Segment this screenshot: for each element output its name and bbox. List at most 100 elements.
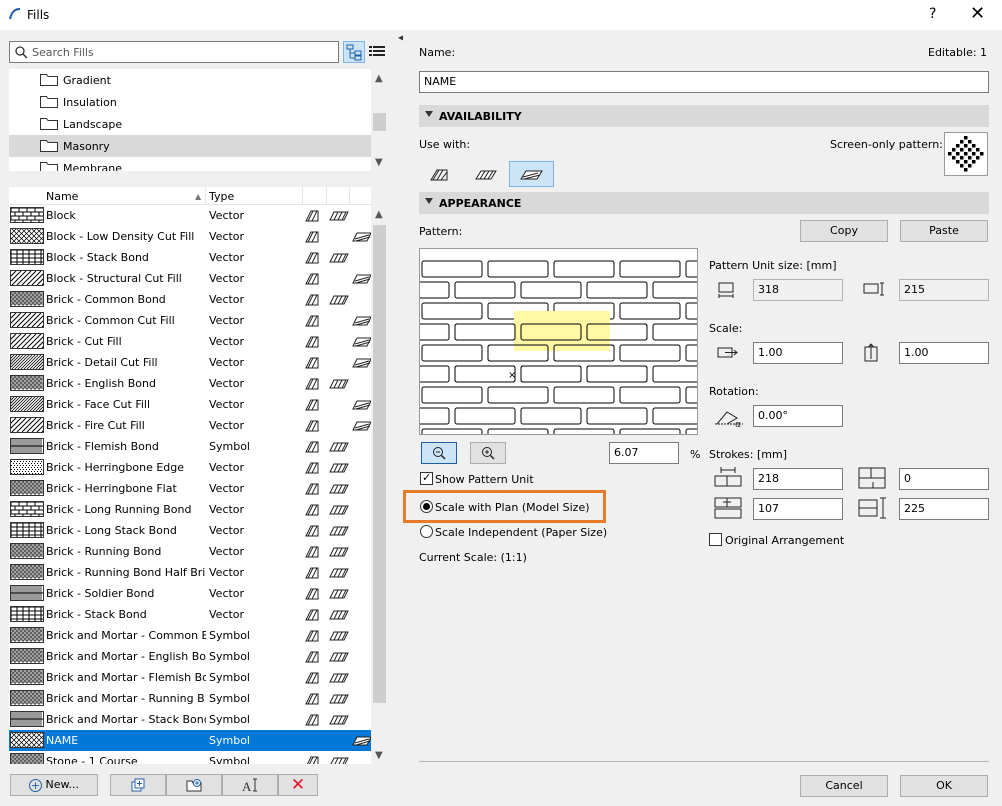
show-pattern-unit-checkbox[interactable]: ✓: [420, 471, 433, 485]
use-with-drafting-fills-toggle[interactable]: [509, 161, 554, 187]
fill-name: Brick - Herringbone Flat: [46, 482, 177, 495]
original-arrangement-checkbox[interactable]: [709, 533, 722, 546]
list-row[interactable]: Brick and Mortar - Stack Bond Symbol: [9, 709, 371, 730]
folder-scrollbar[interactable]: ▲ ▼: [371, 69, 388, 171]
folder-item[interactable]: Gradient: [9, 69, 371, 91]
scroll-up-icon[interactable]: ▲: [375, 73, 383, 84]
scroll-down-icon[interactable]: ▼: [375, 750, 383, 761]
fill-type: Symbol: [209, 629, 250, 642]
list-row[interactable]: Brick - Cut Fill Vector: [9, 331, 371, 352]
ok-button[interactable]: OK: [900, 775, 988, 797]
availability-header[interactable]: AVAILABILITY: [419, 105, 989, 127]
svg-text:α: α: [735, 420, 741, 428]
list-row[interactable]: Brick - Detail Cut Fill Vector: [9, 352, 371, 373]
scroll-thumb[interactable]: [373, 225, 386, 703]
list-row[interactable]: Brick - Running Bond Vector: [9, 541, 371, 562]
pattern-preview[interactable]: ×: [419, 248, 698, 435]
list-row[interactable]: Brick - Running Bond Half Bri... Vector: [9, 562, 371, 583]
editable-status: Editable: 1: [928, 46, 988, 59]
close-button[interactable]: ✕: [970, 3, 985, 24]
tree-view-button[interactable]: [343, 41, 365, 63]
pattern-swatch-icon: [10, 291, 43, 306]
list-row[interactable]: Brick and Mortar - Common B... Symbol: [9, 625, 371, 646]
cover-fill-icon: [329, 754, 349, 764]
list-row[interactable]: Brick - Face Cut Fill Vector: [9, 394, 371, 415]
column-type[interactable]: Type: [209, 190, 234, 203]
folder-item[interactable]: Landscape: [9, 113, 371, 135]
scroll-thumb[interactable]: [373, 113, 386, 131]
pattern-swatch-icon: [10, 690, 43, 705]
paste-button[interactable]: Paste: [900, 220, 988, 242]
stroke-4-input[interactable]: 225: [899, 498, 989, 520]
scale-x-input[interactable]: 1.00: [753, 342, 843, 364]
list-row[interactable]: NAME Symbol: [9, 730, 371, 751]
scale-independent-radio[interactable]: [420, 525, 433, 538]
column-name[interactable]: Name: [46, 190, 78, 203]
list-row[interactable]: Brick - Common Cut Fill Vector: [9, 310, 371, 331]
help-button[interactable]: ?: [929, 6, 936, 22]
cancel-button[interactable]: Cancel: [800, 775, 888, 797]
list-row[interactable]: Block Vector: [9, 205, 371, 226]
screen-only-pattern-preview[interactable]: [944, 132, 988, 176]
folder-item[interactable]: Masonry: [9, 135, 371, 157]
folder-label: Membrane: [63, 162, 122, 171]
scroll-up-icon[interactable]: ▲: [375, 209, 383, 220]
use-with-cut-fills-toggle[interactable]: [425, 162, 455, 186]
search-input[interactable]: Search Fills: [32, 46, 94, 59]
stroke-1-input[interactable]: 218: [753, 468, 843, 490]
list-row[interactable]: Brick - Long Running Bond Vector: [9, 499, 371, 520]
list-row[interactable]: Block - Low Density Cut Fill Vector: [9, 226, 371, 247]
fill-name: Brick - Face Cut Fill: [46, 398, 151, 411]
list-view-button[interactable]: [367, 41, 389, 63]
list-row[interactable]: Block - Stack Bond Vector: [9, 247, 371, 268]
list-row[interactable]: Brick - Long Stack Bond Vector: [9, 520, 371, 541]
list-row[interactable]: Brick - Herringbone Edge Vector: [9, 457, 371, 478]
folder-item[interactable]: Insulation: [9, 91, 371, 113]
scale-with-plan-radio[interactable]: [420, 500, 433, 513]
fill-type: Vector: [209, 545, 245, 558]
copy-button[interactable]: Copy: [800, 220, 888, 242]
zoom-input[interactable]: 6.07: [609, 442, 679, 464]
list-row[interactable]: Brick and Mortar - English Bo... Symbol: [9, 646, 371, 667]
delete-button[interactable]: ✕: [278, 774, 318, 796]
list-row[interactable]: Brick and Mortar - Flemish Bo... Symbol: [9, 667, 371, 688]
scale-label: Scale:: [709, 322, 743, 335]
rotation-input[interactable]: 0.00°: [753, 405, 843, 427]
list-header: Name ▲ Type: [9, 187, 371, 205]
cut-fill-icon: [305, 628, 321, 645]
scale-y-input[interactable]: 1.00: [899, 342, 989, 364]
list-row[interactable]: Brick - Fire Cut Fill Vector: [9, 415, 371, 436]
list-row[interactable]: Brick - Common Bond Vector: [9, 289, 371, 310]
fill-name: Brick - Herringbone Edge: [46, 461, 185, 474]
tree-view-icon: [346, 44, 362, 61]
stroke-1-icon: [713, 466, 745, 488]
stroke-3-input[interactable]: 107: [753, 498, 843, 520]
list-row[interactable]: Brick - Herringbone Flat Vector: [9, 478, 371, 499]
list-row[interactable]: Block - Structural Cut Fill Vector: [9, 268, 371, 289]
list-scrollbar[interactable]: ▲ ▼: [371, 205, 388, 764]
list-row[interactable]: Stone - 1 Course Symbol: [9, 751, 371, 764]
folder-item[interactable]: Membrane: [9, 157, 371, 171]
rotation-label: Rotation:: [709, 385, 759, 398]
list-row[interactable]: Brick - Stack Bond Vector: [9, 604, 371, 625]
search-field[interactable]: Search Fills: [9, 41, 339, 63]
zoom-in-button[interactable]: [470, 442, 506, 464]
list-row[interactable]: Brick - English Bond Vector: [9, 373, 371, 394]
new-folder-icon: [186, 779, 202, 792]
appearance-header[interactable]: APPEARANCE: [419, 192, 989, 214]
new-folder-button[interactable]: [166, 774, 222, 796]
name-input[interactable]: NAME: [419, 71, 989, 93]
list-row[interactable]: Brick - Soldier Bond Vector: [9, 583, 371, 604]
duplicate-button[interactable]: [110, 774, 166, 796]
cover-fill-icon: [329, 292, 349, 309]
stroke-2-input[interactable]: 0: [899, 468, 989, 490]
use-with-cover-fills-toggle[interactable]: [471, 162, 501, 186]
pattern-swatch-icon: [10, 480, 43, 495]
zoom-out-button[interactable]: [421, 442, 457, 464]
scroll-down-icon[interactable]: ▼: [375, 157, 383, 168]
list-row[interactable]: Brick and Mortar - Running B... Symbol: [9, 688, 371, 709]
new-button[interactable]: + New...: [10, 774, 98, 796]
list-row[interactable]: Brick - Flemish Bond Symbol: [9, 436, 371, 457]
rename-button[interactable]: A: [222, 774, 278, 796]
pattern-swatch: [10, 585, 44, 601]
